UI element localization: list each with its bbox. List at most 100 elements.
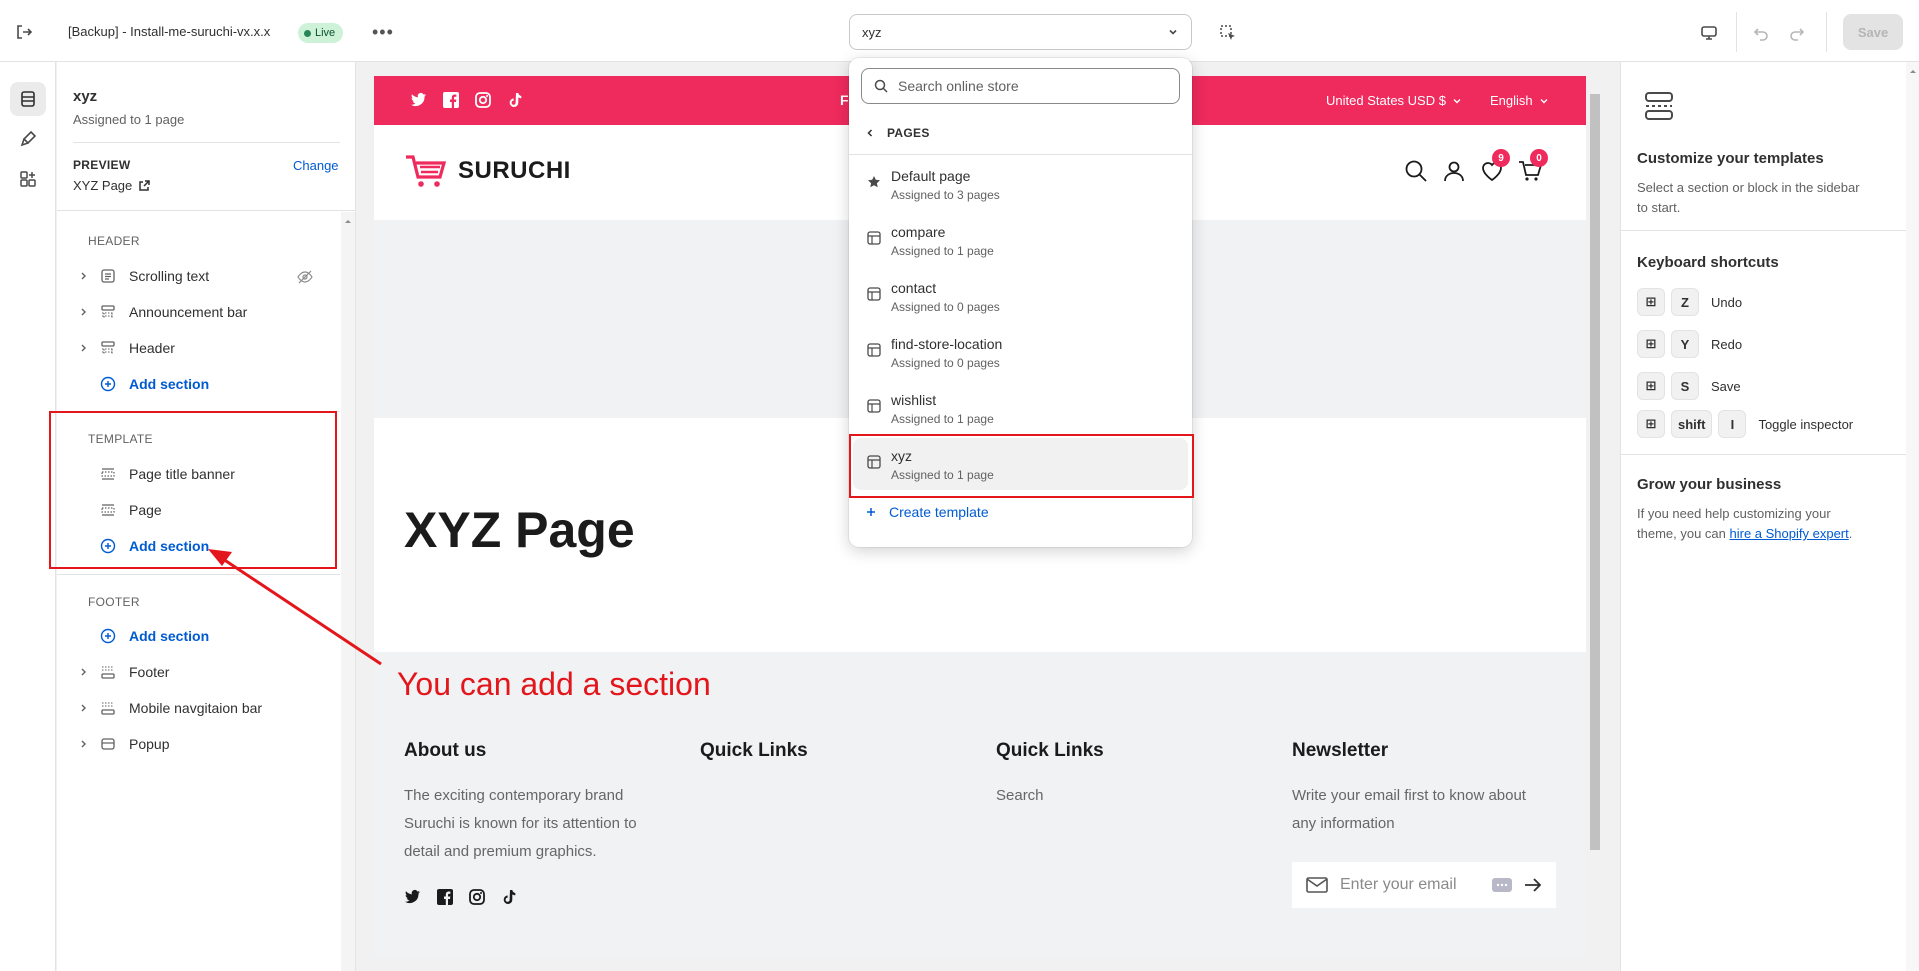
live-badge: Live — [298, 23, 344, 43]
store-logo[interactable]: SURUCHI — [404, 153, 571, 189]
sidebar-item-announcement-bar[interactable]: Announcement bar — [75, 297, 337, 327]
search-input[interactable]: Search online store — [861, 68, 1180, 104]
group-label-footer: FOOTER — [88, 595, 140, 609]
shortcut-undo: ⊞ Z Undo — [1637, 288, 1742, 316]
sidebar-item-popup[interactable]: Popup — [75, 729, 337, 759]
template-icon — [867, 287, 881, 322]
chevron-right-icon[interactable] — [75, 667, 93, 677]
divider — [1621, 454, 1919, 455]
newsletter-email-input[interactable]: Enter your email — [1292, 862, 1556, 908]
footer-link-search[interactable]: Search — [996, 782, 1104, 810]
windows-key-icon: ⊞ — [1637, 330, 1665, 358]
chevron-right-icon[interactable] — [75, 739, 93, 749]
panel-scrollbar[interactable] — [1906, 62, 1919, 971]
account-icon[interactable] — [1442, 159, 1466, 183]
group-label-header: HEADER — [88, 234, 140, 248]
divider — [57, 210, 356, 211]
apps-icon[interactable] — [10, 162, 46, 196]
template-option-compare[interactable]: compare Assigned to 1 page — [853, 214, 1188, 266]
template-select[interactable]: xyz — [849, 14, 1192, 50]
facebook-icon[interactable] — [436, 888, 454, 906]
footer-about: About us The exciting contemporary brand… — [404, 740, 654, 866]
newsletter-text: Write your email first to know about any… — [1292, 787, 1526, 832]
plus-circle-icon — [97, 628, 119, 644]
sections-icon[interactable] — [10, 82, 46, 116]
announcement-text: F — [840, 92, 849, 108]
tiktok-icon[interactable] — [506, 91, 524, 109]
sidebar-item-mobile-navigation-bar[interactable]: Mobile navgitaion bar — [75, 693, 337, 723]
scrollbar-thumb[interactable] — [1590, 94, 1600, 850]
language-selector[interactable]: English — [1490, 93, 1549, 108]
password-manager-icon[interactable] — [1492, 877, 1512, 893]
shortcuts-heading: Keyboard shortcuts — [1637, 254, 1779, 271]
back-label: PAGES — [887, 126, 930, 140]
key-shift: shift — [1671, 410, 1713, 438]
grow-heading: Grow your business — [1637, 476, 1782, 493]
panel-heading: Customize your templates — [1637, 150, 1824, 167]
redo-icon[interactable] — [1788, 24, 1806, 42]
plus-circle-icon — [97, 376, 119, 392]
chevron-down-icon — [1169, 29, 1177, 35]
save-button[interactable]: Save — [1843, 14, 1903, 50]
template-option-default-page[interactable]: Default page Assigned to 3 pages — [853, 158, 1188, 210]
annotation-arrow-icon — [208, 549, 382, 666]
hire-shopify-expert-link[interactable]: hire a Shopify expert — [1730, 526, 1849, 541]
wishlist-button[interactable]: 9 — [1480, 149, 1510, 183]
theme-settings-brush-icon[interactable] — [10, 122, 46, 156]
sidebar-item-scrolling-text[interactable]: Scrolling text — [75, 261, 337, 291]
search-icon[interactable] — [1404, 159, 1428, 183]
plus-icon — [867, 508, 875, 516]
template-option-wishlist[interactable]: wishlist Assigned to 1 page — [853, 382, 1188, 434]
exit-icon[interactable] — [14, 22, 42, 42]
undo-icon[interactable] — [1752, 24, 1770, 42]
instagram-icon[interactable] — [474, 91, 492, 109]
template-icon — [867, 231, 881, 266]
cart-button[interactable]: 0 — [1518, 149, 1548, 183]
section-top-icon — [97, 304, 119, 320]
template-name: xyz — [73, 88, 98, 105]
chevron-right-icon[interactable] — [75, 343, 93, 353]
preview-page[interactable]: XYZ Page — [73, 178, 151, 193]
cart-count-badge: 0 — [1530, 149, 1548, 167]
back-to-pages-button[interactable]: PAGES — [865, 126, 930, 140]
chevron-right-icon[interactable] — [75, 307, 93, 317]
add-section-label: Add section — [129, 628, 210, 644]
twitter-icon[interactable] — [404, 888, 422, 906]
chevron-right-icon[interactable] — [75, 271, 93, 281]
chevron-down-icon — [1540, 98, 1548, 103]
cart-logo-icon — [406, 155, 447, 187]
device-preview-icon[interactable] — [1700, 24, 1718, 42]
template-option-sub: Assigned to 1 page — [891, 244, 994, 258]
sidebar-item-label: Mobile navgitaion bar — [129, 700, 263, 716]
shortcut-label: Toggle inspector — [1758, 416, 1854, 432]
instagram-icon[interactable] — [468, 888, 486, 906]
template-option-find-store-location[interactable]: find-store-location Assigned to 0 pages — [853, 326, 1188, 378]
more-actions-button[interactable]: ••• — [372, 22, 394, 43]
sidebar-item-label: Popup — [129, 736, 170, 752]
tiktok-icon[interactable] — [500, 888, 518, 906]
highlight-box-xyz-option — [849, 434, 1194, 498]
template-option-contact[interactable]: contact Assigned to 0 pages — [853, 270, 1188, 322]
template-option-name: contact — [891, 280, 937, 296]
sidebar-item-label: Footer — [129, 664, 170, 680]
eye-hidden-icon[interactable] — [297, 269, 313, 285]
twitter-icon[interactable] — [410, 91, 428, 109]
sidebar-item-header[interactable]: Header — [75, 333, 337, 363]
popup-icon — [97, 736, 119, 752]
footer-about-text: The exciting contemporary brand Suruchi … — [404, 787, 637, 860]
inspector-icon[interactable] — [1218, 23, 1238, 43]
key-y: Y — [1671, 330, 1699, 358]
chevron-left-icon — [867, 129, 873, 137]
preview-scrollbar[interactable] — [1588, 76, 1602, 958]
chevron-right-icon[interactable] — [75, 703, 93, 713]
arrow-right-icon[interactable] — [1524, 877, 1542, 893]
section-top-icon — [97, 340, 119, 356]
add-section-button-header[interactable]: Add section — [75, 369, 337, 399]
change-preview-link[interactable]: Change — [293, 158, 339, 173]
currency-selector[interactable]: United States USD $ — [1326, 93, 1462, 108]
icon-rail — [0, 62, 56, 971]
key-z: Z — [1671, 288, 1699, 316]
facebook-icon[interactable] — [442, 91, 460, 109]
create-template-button[interactable]: Create template — [865, 504, 989, 520]
shortcut-save: ⊞ S Save — [1637, 372, 1741, 400]
